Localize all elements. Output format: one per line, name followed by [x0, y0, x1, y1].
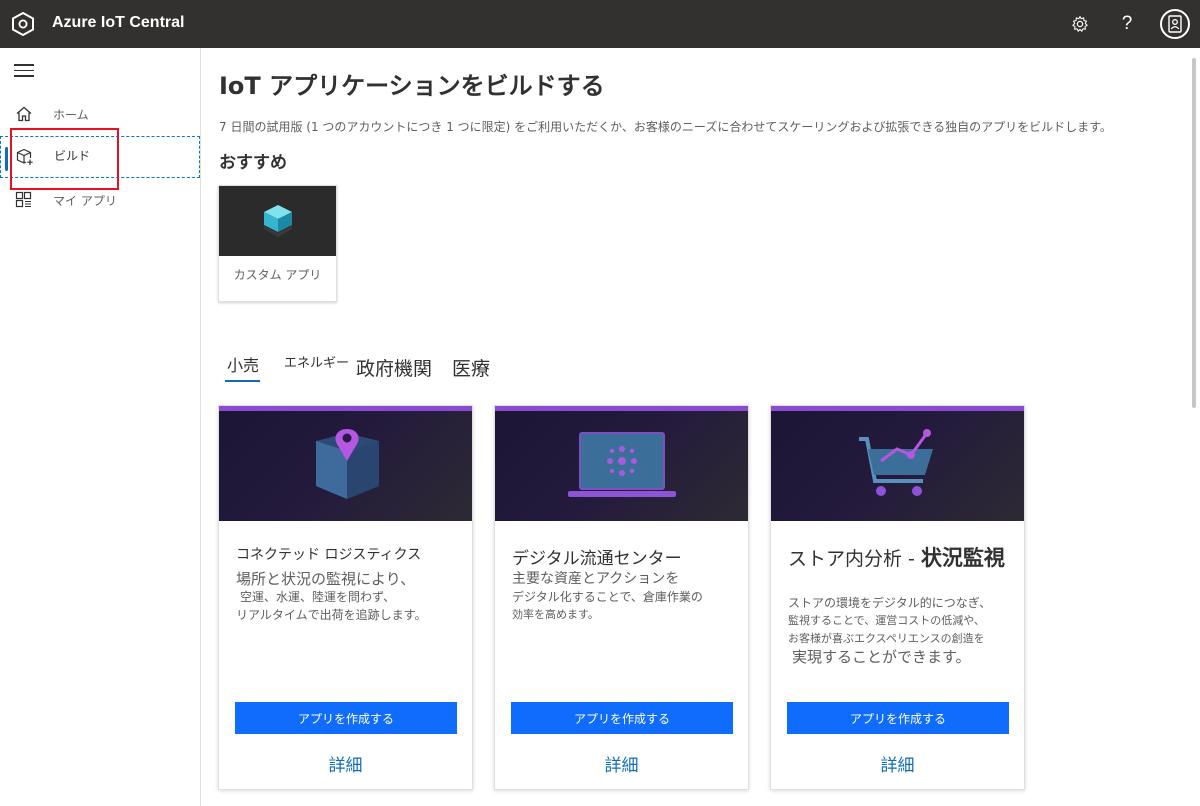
hamburger-menu-icon[interactable]: [14, 64, 34, 78]
gear-icon[interactable]: [1068, 12, 1092, 36]
custom-app-label: カスタム アプリ: [233, 268, 322, 282]
card-description: 主要な資産とアクションを デジタル化することで、倉庫作業の 効率を高めます。: [512, 570, 703, 624]
azure-iot-logo-icon[interactable]: [11, 11, 35, 37]
description-line: 実現することができます。: [792, 648, 971, 666]
card-title-emphasis: 状況監視: [920, 546, 1005, 570]
description-line: 空運、水運、陸運を問わず、: [240, 590, 396, 604]
card-title-part: ストア内分析 -: [788, 548, 921, 570]
description-line: 場所と状況の監視により、: [236, 570, 416, 588]
description-line: デジタル化することで、倉庫作業の: [512, 590, 703, 604]
card-title: コネクテッド ロジスティクス: [236, 547, 422, 563]
learn-more-link[interactable]: 詳細: [219, 751, 472, 776]
sidebar-item-my-apps[interactable]: マイ アプリ: [0, 180, 200, 222]
tab-government[interactable]: 政府機関: [356, 354, 432, 381]
logistics-box-icon: [316, 429, 379, 499]
page-description: 7 日間の試用版 (1 つのアカウントにつき 1 つに限定) をご利用いただくか…: [219, 120, 1112, 134]
sidebar-item-home[interactable]: ホーム: [0, 94, 200, 136]
home-icon: [15, 105, 33, 123]
description-line: ストアの環境をデジタル的につなぎ、: [788, 596, 992, 610]
help-icon[interactable]: ?: [1115, 12, 1139, 36]
tab-energy[interactable]: エネルギー: [284, 352, 349, 371]
active-indicator: [5, 147, 8, 171]
sidebar: ホーム ビルド マイ アプリ: [0, 48, 201, 806]
sidebar-item-label: ホーム: [53, 108, 89, 122]
main-content: IoT アプリケーションをビルドする 7 日間の試用版 (1 つのアカウントにつ…: [201, 48, 1188, 806]
shopping-cart-icon: [859, 429, 933, 496]
custom-app-thumbnail: [219, 186, 336, 256]
learn-more-link[interactable]: 詳細: [771, 751, 1024, 776]
sidebar-item-label: マイ アプリ: [53, 194, 117, 208]
tab-retail[interactable]: 小売: [227, 352, 259, 376]
cube-icon: [264, 205, 292, 237]
template-card-connected-logistics: コネクテッド ロジスティクス 場所と状況の監視により、 空運、水運、陸運を問わず…: [218, 405, 473, 790]
learn-more-link[interactable]: 詳細: [495, 751, 748, 776]
vertical-scrollbar[interactable]: [1189, 48, 1200, 806]
description-line: 主要な資産とアクションを: [512, 571, 680, 587]
selected-tab-underline: [225, 380, 260, 382]
create-app-button[interactable]: アプリを作成する: [787, 702, 1009, 734]
card-title: デジタル流通センター: [512, 549, 682, 569]
card-title: ストア内分析 - 状況監視: [788, 546, 1008, 572]
template-card-digital-distribution-center: デジタル流通センター 主要な資産とアクションを デジタル化することで、倉庫作業の…: [494, 405, 749, 790]
description-line: お客様が喜ぶエクスペリエンスの創造を: [788, 632, 985, 645]
description-line: 監視することで、運営コストの低減や、: [788, 614, 985, 627]
top-bar: Azure IoT Central ?: [0, 0, 1200, 48]
page-title: IoT アプリケーションをビルドする: [219, 72, 605, 100]
featured-heading: おすすめ: [219, 153, 287, 173]
tab-healthcare[interactable]: 医療: [452, 354, 490, 381]
template-card-in-store-analytics: ストア内分析 - 状況監視 ストアの環境をデジタル的につなぎ、 監視することで、…: [770, 405, 1025, 790]
scroll-thumb[interactable]: [1192, 58, 1196, 408]
create-app-button[interactable]: アプリを作成する: [235, 702, 457, 734]
create-app-button[interactable]: アプリを作成する: [511, 702, 733, 734]
card-description: 場所と状況の監視により、 空運、水運、陸運を問わず、 リアルタイムで出荷を追跡し…: [236, 570, 426, 624]
custom-app-card[interactable]: カスタム アプリ: [218, 185, 337, 302]
card-image: [219, 411, 472, 521]
card-description: ストアの環境をデジタル的につなぎ、 監視することで、運営コストの低減や、 お客様…: [788, 594, 991, 666]
card-image: [495, 411, 748, 521]
my-apps-icon: [15, 191, 33, 209]
card-image: [771, 411, 1024, 521]
app-title[interactable]: Azure IoT Central: [52, 14, 184, 32]
laptop-icon: [568, 432, 676, 497]
build-icon: [16, 148, 34, 166]
avatar-icon[interactable]: [1160, 9, 1190, 39]
description-line: 効率を高めます。: [512, 608, 599, 621]
sidebar-item-build[interactable]: ビルド: [0, 136, 200, 178]
description-line: リアルタイムで出荷を追跡します。: [236, 608, 427, 622]
industry-tabs: 小売 エネルギー 政府機関 医療: [219, 348, 619, 388]
sidebar-item-label: ビルド: [54, 149, 91, 163]
